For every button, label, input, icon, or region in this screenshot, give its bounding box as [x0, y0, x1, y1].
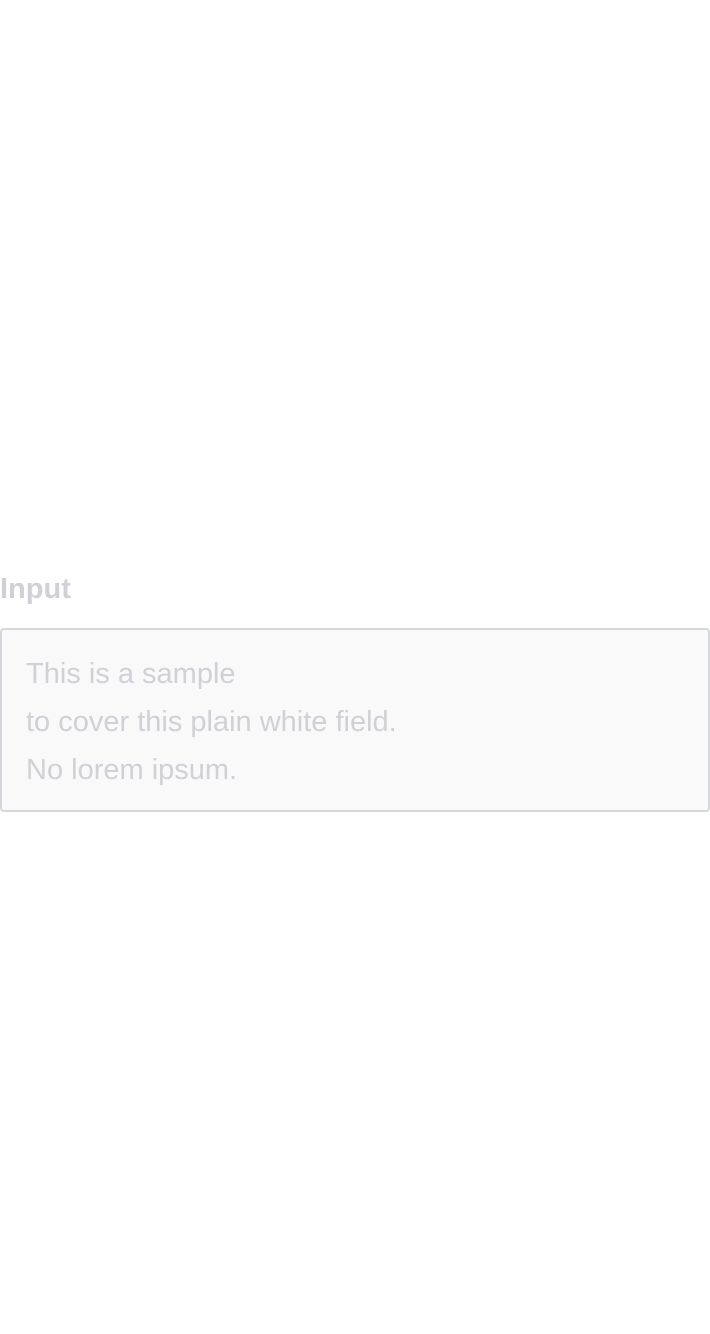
textarea-line: No lorem ipsum. — [26, 754, 238, 786]
input-label: Input — [0, 573, 71, 605]
textarea-line: to cover this plain white field. — [26, 706, 397, 738]
textarea-line: This is a sample — [26, 658, 236, 690]
input-field-group: Input This is a sample to cover this pla… — [0, 570, 710, 812]
input-textarea[interactable]: This is a sample to cover this plain whi… — [0, 628, 710, 812]
